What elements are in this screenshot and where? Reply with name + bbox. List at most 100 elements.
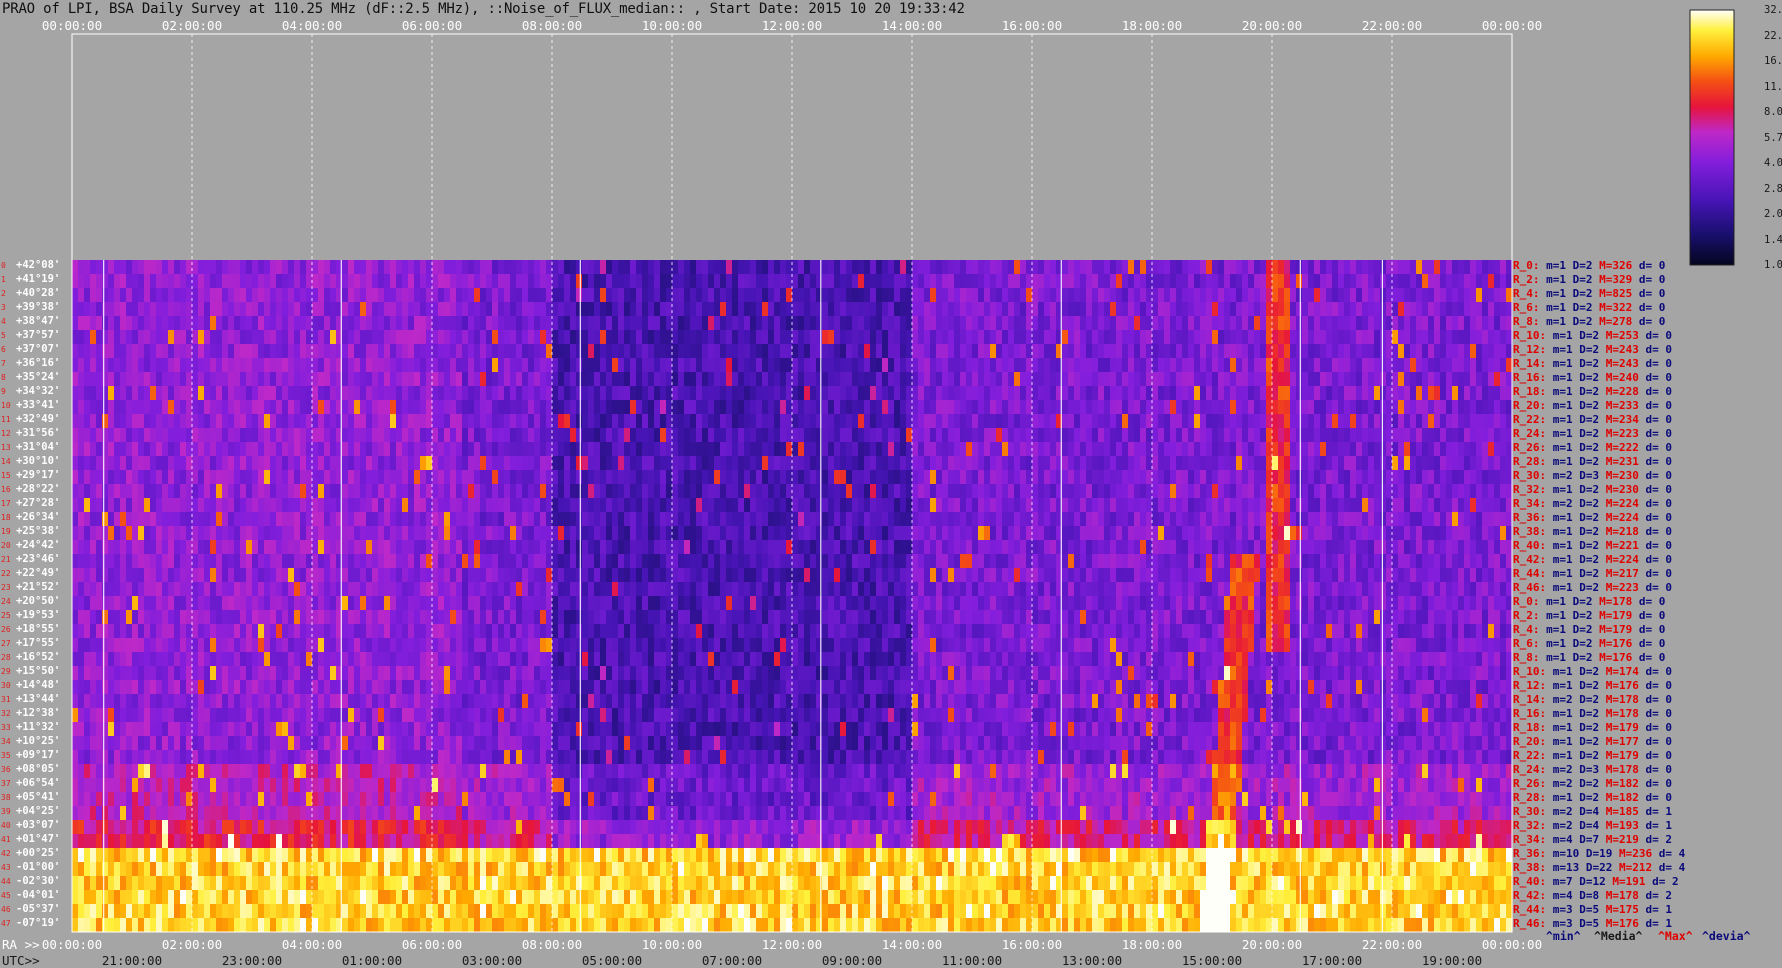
row-stat-d: D=19: [1579, 847, 1613, 860]
row-stat-m: m=1: [1546, 707, 1573, 720]
row-stat-d: D=2: [1572, 413, 1600, 426]
row-stat-d: D=2: [1572, 385, 1600, 398]
row-stat-x: M=179: [1592, 609, 1633, 622]
row-stat-r: R_8:: [1513, 315, 1540, 328]
row-stat-r: R_46:: [1513, 917, 1547, 930]
row-index-label: 0: [1, 261, 6, 270]
row-stat-x: M=230: [1599, 469, 1639, 482]
row-stat-e: d= 0: [1638, 511, 1672, 524]
declination-label: +34°32': [16, 385, 61, 397]
row-stat-x: M=243: [1599, 357, 1639, 370]
declination-label: +03°07': [16, 819, 61, 831]
utc-axis-label: UTC>>: [2, 953, 40, 968]
row-stat-d: D=2: [1572, 581, 1600, 594]
row-stat-m: m=1: [1546, 441, 1573, 454]
row-stat-x: M=175: [1599, 903, 1639, 916]
row-index-label: 38: [1, 793, 11, 802]
colorbar-tick-label: 2.0: [1764, 208, 1782, 220]
row-stat-r: R_20:: [1513, 399, 1547, 412]
row-stat-x: M=176: [1592, 637, 1633, 650]
declination-label: +06°54': [16, 777, 61, 789]
row-stat-x: M=224: [1599, 553, 1639, 566]
row-stat: R_20: m=1 D=2 M=177 d= 0: [1513, 735, 1672, 748]
row-stat-x: M=178: [1592, 595, 1633, 608]
declination-label: +41°19': [16, 273, 61, 285]
row-stat-m: m=3: [1546, 903, 1573, 916]
row-stat-r: R_28:: [1513, 455, 1547, 468]
row-stat-m: m=13: [1546, 861, 1580, 874]
row-stat-x: M=224: [1599, 511, 1639, 524]
row-stat-d: D=2: [1566, 651, 1593, 664]
row-index-label: 8: [1, 373, 6, 382]
row-stat-m: m=2: [1546, 497, 1573, 510]
declination-label: -05°37': [16, 903, 61, 915]
row-stat-r: R_30:: [1513, 805, 1547, 818]
row-stat-r: R_22:: [1513, 749, 1547, 762]
row-index-label: 43: [1, 863, 11, 872]
row-stat-m: m=1: [1546, 371, 1573, 384]
row-stat: R_6: m=1 D=2 M=322 d= 0: [1513, 301, 1665, 314]
declination-label: -07°19': [16, 917, 61, 929]
row-stat-e: d= 0: [1632, 623, 1666, 636]
row-stat-d: D=3: [1572, 469, 1600, 482]
declination-label: +38°47': [16, 315, 61, 327]
row-stat-e: d= 0: [1638, 329, 1672, 342]
row-stat-e: d= 0: [1632, 301, 1666, 314]
row-stat: R_0: m=1 D=2 M=178 d= 0: [1513, 595, 1665, 608]
row-stat-d: D=3: [1572, 763, 1600, 776]
row-stat-d: D=4: [1572, 819, 1600, 832]
declination-label: +25°38': [16, 525, 61, 537]
ra-tick-label: 00:00:00: [41, 937, 103, 952]
row-stat-r: R_4:: [1513, 287, 1540, 300]
row-stat-m: m=2: [1546, 805, 1573, 818]
colorbar-tick-label: 1.4: [1764, 233, 1782, 246]
ra-tick-label: 00:00:00: [1481, 937, 1543, 952]
row-stat: R_0: m=1 D=2 M=326 d= 0: [1513, 259, 1665, 272]
row-stat-r: R_40:: [1513, 539, 1547, 552]
row-index-label: 31: [1, 695, 11, 704]
row-stat-x: M=825: [1592, 287, 1633, 300]
row-stat-m: m=1: [1539, 287, 1566, 300]
declination-label: +42°08': [16, 259, 61, 271]
row-stat: R_36: m=1 D=2 M=224 d= 0: [1513, 511, 1672, 524]
row-stat-e: d= 0: [1632, 637, 1666, 650]
row-stat-d: D=2: [1566, 301, 1593, 314]
declination-label: +23°46': [16, 553, 61, 565]
row-stat-x: M=179: [1599, 721, 1639, 734]
row-stat-x: M=182: [1599, 791, 1639, 804]
row-index-label: 46: [1, 905, 11, 914]
row-stat-e: d= 0: [1638, 469, 1672, 482]
row-stat-r: R_44:: [1513, 567, 1547, 580]
row-stat-r: R_34:: [1513, 833, 1547, 846]
utc-tick-label: 01:00:00: [341, 953, 403, 968]
row-stat: R_22: m=1 D=2 M=179 d= 0: [1513, 749, 1672, 762]
ra-tick-label: 16:00:00: [1001, 937, 1063, 952]
declination-label: +39°38': [16, 301, 61, 313]
row-index-label: 13: [1, 443, 11, 452]
declination-label: +19°53': [16, 609, 61, 621]
row-stat-d: D=2: [1572, 791, 1600, 804]
row-stat-r: R_0:: [1513, 259, 1540, 272]
colorbar-tick-label: 16.0: [1764, 55, 1782, 67]
row-stat-e: d= 2: [1638, 889, 1672, 902]
row-stat: R_30: m=2 D=4 M=185 d= 1: [1513, 805, 1672, 818]
row-stat-m: m=1: [1539, 315, 1566, 328]
declination-label: +17°55': [16, 637, 61, 649]
row-index-label: 12: [1, 429, 11, 438]
row-stat-d: D=2: [1572, 511, 1600, 524]
row-stat-d: D=2: [1572, 693, 1600, 706]
row-stat-x: M=253: [1599, 329, 1639, 342]
row-index-label: 1: [1, 275, 6, 284]
declination-label: +16°52': [16, 651, 61, 663]
row-stat-m: m=2: [1546, 763, 1573, 776]
row-index-label: 42: [1, 849, 11, 858]
row-stat-m: m=7: [1546, 875, 1573, 888]
row-stat-r: R_38:: [1513, 861, 1547, 874]
row-stat-e: d= 0: [1638, 539, 1672, 552]
row-stat-m: m=1: [1546, 427, 1573, 440]
row-stat-x: M=212: [1612, 861, 1653, 874]
row-stat-x: M=233: [1599, 399, 1639, 412]
utc-tick-label: 13:00:00: [1061, 953, 1123, 968]
ra-tick-label: 22:00:00: [1361, 937, 1423, 952]
row-stat-e: d= 0: [1638, 665, 1672, 678]
